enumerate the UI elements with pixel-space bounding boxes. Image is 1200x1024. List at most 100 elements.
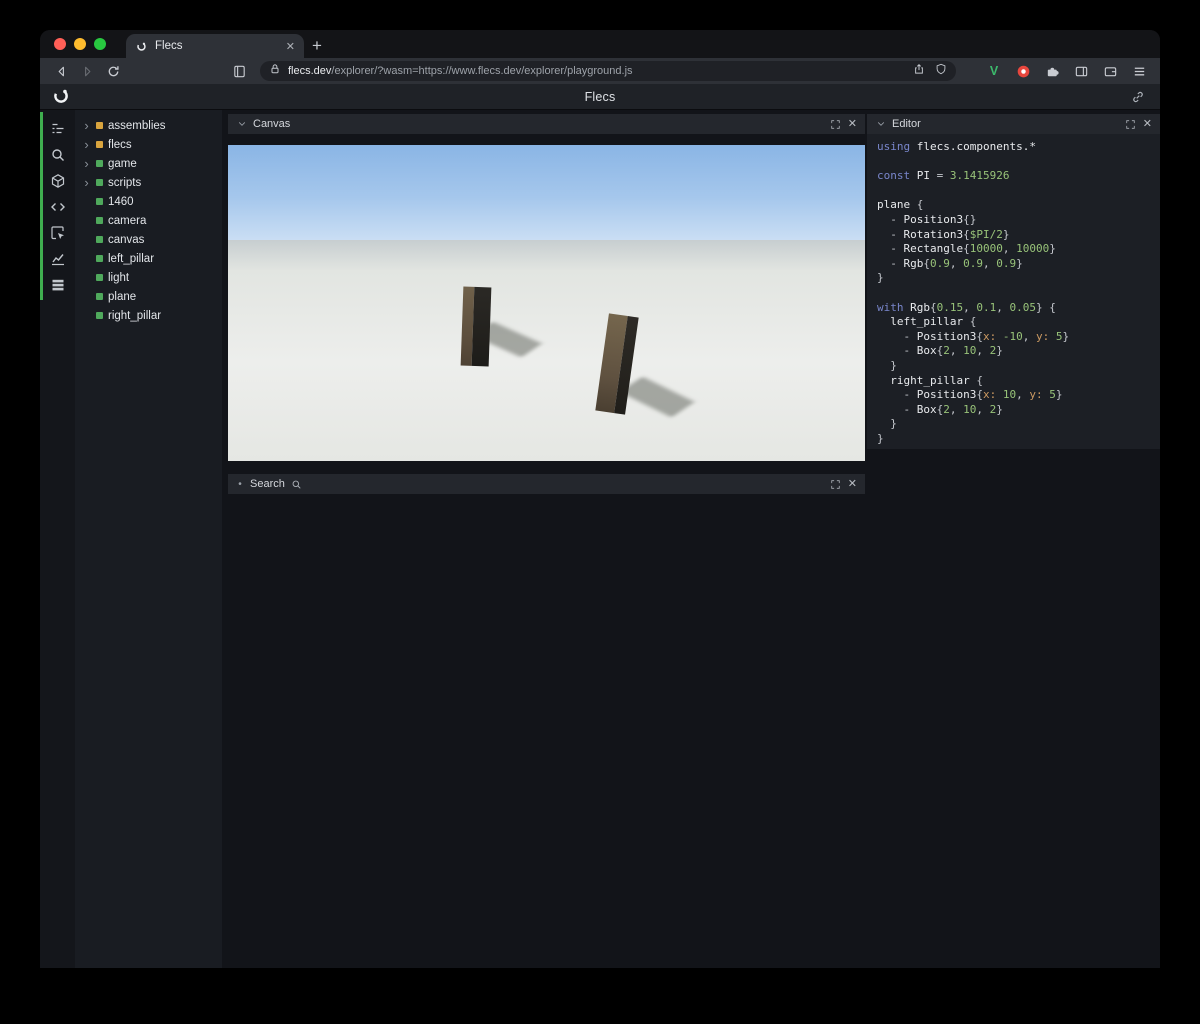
tree-item-right_pillar[interactable]: right_pillar (75, 306, 222, 325)
entity-color-square (96, 122, 103, 129)
chart-icon[interactable] (40, 246, 75, 272)
entity-label: left_pillar (108, 252, 155, 265)
entity-tree: › assemblies › flecs › game › scripts 1460 camera… (75, 110, 222, 968)
code-line: } (877, 358, 897, 372)
shield-icon[interactable] (935, 62, 947, 80)
expand-icon[interactable] (1124, 118, 1137, 131)
url-domain: flecs.dev (288, 65, 332, 77)
new-tab-button[interactable]: + (304, 34, 330, 58)
code-line: } (877, 271, 884, 285)
tree-item-plane[interactable]: plane (75, 287, 222, 306)
search-panel-title: Search (250, 478, 285, 490)
share-icon[interactable] (913, 62, 925, 80)
code-line: - Rotation3{$PI/2} (877, 227, 1010, 241)
chevron-down-icon[interactable] (875, 119, 886, 130)
expand-icon[interactable] (829, 118, 842, 131)
tree-item-1460[interactable]: 1460 (75, 192, 222, 211)
code-icon[interactable] (40, 194, 75, 220)
entity-color-square (96, 312, 103, 319)
close-window-button[interactable] (54, 38, 66, 50)
menu-icon[interactable] (1128, 60, 1150, 82)
search-panel-header[interactable]: • Search ✕ (228, 474, 865, 494)
entity-color-square (96, 236, 103, 243)
code-line: - Box{2, 10, 2} (877, 402, 1003, 416)
active-rail-accent (40, 112, 43, 300)
collapsed-toggle-icon[interactable]: • (236, 479, 244, 490)
close-icon[interactable]: ✕ (848, 478, 857, 490)
reload-icon[interactable] (102, 60, 124, 82)
entity-label: camera (108, 214, 147, 227)
code-line: - Position3{x: 10, y: 5} (877, 388, 1063, 402)
entity-label: 1460 (108, 195, 134, 208)
address-bar[interactable]: flecs.dev/explorer/?wasm=https://www.fle… (260, 61, 956, 81)
code-line: left_pillar { (890, 315, 977, 329)
chevron-down-icon[interactable] (236, 119, 247, 130)
scene-sky (228, 145, 865, 240)
page-title: Flecs (584, 89, 616, 104)
close-icon[interactable]: ✕ (848, 118, 857, 130)
zoom-window-button[interactable] (94, 38, 106, 50)
minimize-window-button[interactable] (74, 38, 86, 50)
search-panel: • Search ✕ (228, 474, 865, 494)
search-icon[interactable] (40, 142, 75, 168)
code-line: - Rectangle{10000, 10000} (877, 242, 1056, 256)
cube-icon[interactable] (40, 168, 75, 194)
entity-color-square (96, 255, 103, 262)
red-extension-icon[interactable] (1013, 60, 1033, 82)
bookmark-icon[interactable] (228, 60, 250, 82)
tree-item-assemblies[interactable]: › assemblies (75, 116, 222, 135)
hierarchy-icon[interactable] (40, 116, 75, 142)
code-line: } (877, 417, 897, 431)
tree-item-canvas[interactable]: canvas (75, 230, 222, 249)
entity-color-square (96, 160, 103, 167)
tree-item-left_pillar[interactable]: left_pillar (75, 249, 222, 268)
tab-title: Flecs (155, 40, 183, 52)
inspect-icon[interactable] (40, 220, 75, 246)
forward-icon (76, 60, 98, 82)
tree-item-scripts[interactable]: › scripts (75, 173, 222, 192)
code-line: with Rgb{0.15, 0.1, 0.05} { (877, 300, 1056, 314)
entity-label: game (108, 157, 137, 170)
tree-item-light[interactable]: light (75, 268, 222, 287)
link-icon[interactable] (1128, 87, 1148, 107)
app-main: › assemblies › flecs › game › scripts 1460 camera… (40, 110, 1160, 968)
canvas-panel-header[interactable]: Canvas ✕ (228, 114, 865, 134)
v-extension-icon[interactable]: V (984, 60, 1004, 82)
flecs-logo-icon (52, 87, 72, 107)
entity-color-square (96, 274, 103, 281)
url-text: flecs.dev/explorer/?wasm=https://www.fle… (288, 65, 906, 77)
code-line: - Position3{} (877, 212, 977, 226)
app-header: Flecs (40, 84, 1160, 110)
browser-tab[interactable]: Flecs ✕ (126, 34, 304, 58)
close-icon[interactable]: ✕ (1143, 118, 1152, 130)
expand-arrow-icon[interactable]: › (82, 119, 91, 132)
rows-icon[interactable] (40, 272, 75, 298)
tab-strip: Flecs ✕ + (40, 30, 1160, 58)
entity-label: light (108, 271, 130, 284)
entity-label: flecs (108, 138, 132, 151)
expand-arrow-icon[interactable]: › (82, 176, 91, 189)
back-icon[interactable] (50, 60, 72, 82)
3d-canvas[interactable] (228, 145, 865, 461)
editor-panel-header[interactable]: Editor ✕ (867, 114, 1160, 134)
entity-label: plane (108, 290, 137, 303)
tree-item-game[interactable]: › game (75, 154, 222, 173)
tree-item-camera[interactable]: camera (75, 211, 222, 230)
puzzle-icon[interactable] (1042, 60, 1062, 82)
expand-arrow-icon[interactable]: › (82, 138, 91, 151)
entity-label: right_pillar (108, 309, 162, 322)
code-line: - Box{2, 10, 2} (877, 344, 1003, 358)
panel-icon[interactable] (1071, 60, 1091, 82)
tree-item-flecs[interactable]: › flecs (75, 135, 222, 154)
expand-arrow-icon[interactable]: › (82, 157, 91, 170)
expand-icon[interactable] (829, 478, 842, 491)
code-line: right_pillar { (890, 373, 983, 387)
tab-favicon-flecs-logo (135, 40, 148, 53)
code-area[interactable]: using flecs.components.* const PI = 3.14… (867, 134, 1160, 449)
wallet-icon[interactable] (1100, 60, 1120, 82)
tab-close-icon[interactable]: ✕ (286, 40, 295, 53)
code-line: plane { (877, 198, 924, 212)
entity-label: scripts (108, 176, 142, 189)
